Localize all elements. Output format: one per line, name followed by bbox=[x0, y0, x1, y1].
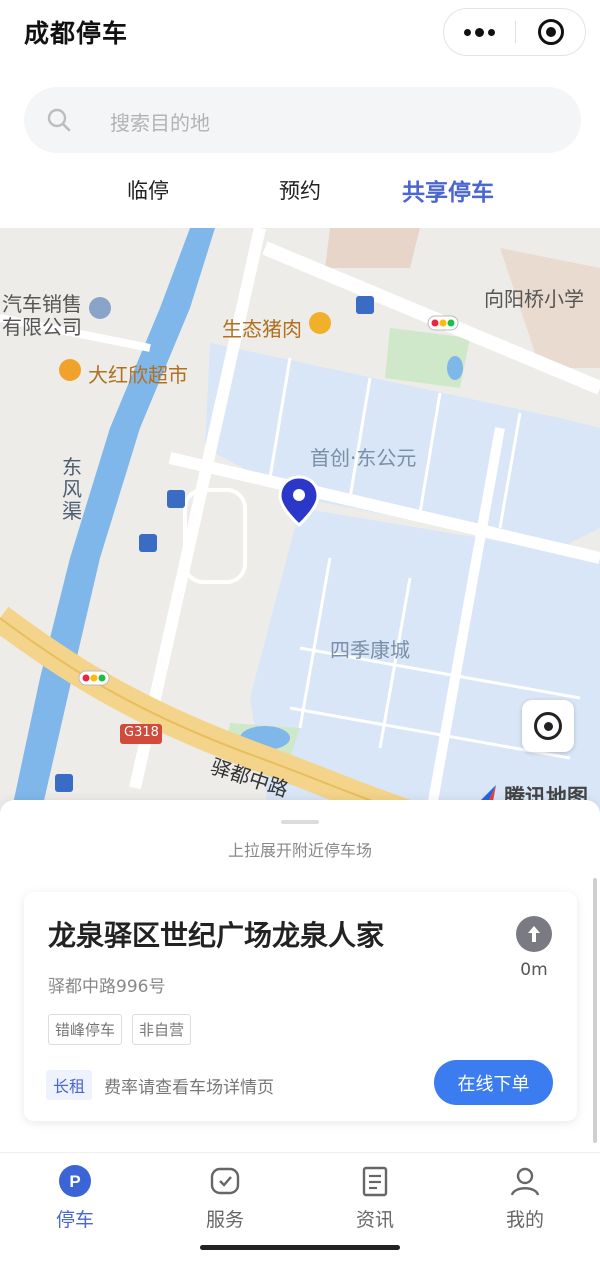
fee-info-text: 费率请查看车场详情页 bbox=[104, 1078, 274, 1098]
navigate-button[interactable] bbox=[516, 916, 552, 952]
map-label-school: 向阳桥小学 bbox=[484, 287, 584, 311]
tag-non-self-operated: 非自营 bbox=[132, 1014, 192, 1045]
service-icon bbox=[207, 1163, 243, 1199]
order-online-button[interactable]: 在线下单 bbox=[434, 1060, 553, 1105]
nav-item-service[interactable]: 服务 bbox=[175, 1163, 275, 1232]
parking-lot-name: 龙泉驿区世纪广场龙泉人家 bbox=[48, 919, 385, 952]
profile-icon bbox=[507, 1163, 543, 1199]
more-dots-icon bbox=[464, 28, 471, 36]
close-mini-program-button[interactable] bbox=[516, 9, 586, 55]
target-close-icon bbox=[538, 19, 564, 45]
nav-item-parking[interactable]: P 停车 bbox=[25, 1163, 125, 1232]
locate-me-button[interactable] bbox=[522, 700, 574, 752]
tab-shared-parking[interactable]: 共享停车 bbox=[402, 173, 494, 207]
svg-text:P: P bbox=[69, 1172, 80, 1191]
news-icon bbox=[357, 1163, 393, 1199]
parking-icon: P bbox=[57, 1163, 93, 1199]
sheet-drag-handle[interactable] bbox=[281, 820, 319, 824]
parking-type-tabs: 临停 预约 共享停车 bbox=[0, 165, 600, 215]
map-label-canal: 东风渠 bbox=[62, 455, 82, 523]
parking-lot-distance: 0m bbox=[520, 960, 548, 980]
search-placeholder: 搜索目的地 bbox=[110, 111, 210, 135]
more-menu-button[interactable] bbox=[444, 9, 515, 55]
navigation-arrow-icon bbox=[528, 926, 540, 942]
tab-temporary[interactable]: 临停 bbox=[127, 175, 169, 205]
nav-label-service: 服务 bbox=[205, 1209, 244, 1231]
location-pin-icon bbox=[278, 475, 320, 527]
header: 成都停车 bbox=[0, 0, 600, 70]
nav-label-parking: 停车 bbox=[55, 1209, 94, 1231]
tab-reservation[interactable]: 预约 bbox=[279, 175, 321, 205]
app-title: 成都停车 bbox=[24, 19, 129, 48]
nav-label-profile: 我的 bbox=[505, 1209, 544, 1231]
parking-lot-tags: 错峰停车 非自营 bbox=[48, 1014, 192, 1045]
nav-item-profile[interactable]: 我的 bbox=[475, 1163, 575, 1232]
nav-label-news: 资讯 bbox=[355, 1209, 394, 1231]
map-label-community-1: 首创·东公元 bbox=[310, 446, 417, 470]
tag-off-peak: 错峰停车 bbox=[48, 1014, 123, 1045]
locate-icon bbox=[534, 712, 562, 740]
mini-program-capsule bbox=[443, 8, 586, 56]
parking-bottom-sheet[interactable]: 上拉展开附近停车场 龙泉驿区世纪广场龙泉人家 驿都中路996号 错峰停车 非自营… bbox=[0, 800, 600, 1155]
home-indicator bbox=[200, 1245, 400, 1250]
parking-lot-card[interactable]: 龙泉驿区世纪广场龙泉人家 驿都中路996号 错峰停车 非自营 0m 长租 费率请… bbox=[24, 892, 577, 1121]
map-label-community-2: 四季康城 bbox=[330, 638, 410, 662]
nav-item-news[interactable]: 资讯 bbox=[325, 1163, 425, 1232]
map-label-car-sales-line2: 有限公司 bbox=[2, 315, 82, 339]
map-label-pork: 生态猪肉 bbox=[222, 317, 302, 341]
sheet-hint: 上拉展开附近停车场 bbox=[227, 841, 372, 860]
parking-lot-address: 驿都中路996号 bbox=[48, 977, 166, 997]
long-term-rent-badge: 长租 bbox=[46, 1070, 93, 1100]
map-label-highway: G318 bbox=[124, 725, 159, 740]
search-icon bbox=[47, 108, 71, 132]
sheet-scrollbar[interactable] bbox=[593, 878, 597, 1143]
map-view[interactable]: 汽车销售 有限公司 大红欣超市 生态猪肉 向阳桥小学 首创·东公元 四季康城 东… bbox=[0, 228, 600, 818]
search-bar[interactable]: 搜索目的地 bbox=[24, 87, 581, 153]
map-label-supermarket: 大红欣超市 bbox=[88, 363, 188, 387]
